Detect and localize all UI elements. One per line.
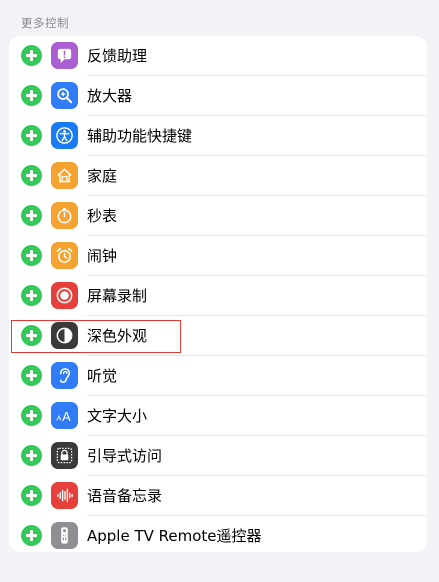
add-button[interactable] bbox=[21, 85, 42, 106]
control-label: 闹钟 bbox=[87, 247, 118, 265]
control-label: 放大器 bbox=[87, 87, 133, 105]
add-button[interactable] bbox=[21, 205, 42, 226]
add-button[interactable] bbox=[21, 165, 42, 186]
add-button[interactable] bbox=[21, 125, 42, 146]
control-label: 语音备忘录 bbox=[87, 487, 163, 505]
add-button[interactable] bbox=[21, 285, 42, 306]
add-button[interactable] bbox=[21, 365, 42, 386]
add-button[interactable] bbox=[21, 445, 42, 466]
control-row-screen-recording: 屏幕录制 bbox=[9, 276, 427, 316]
accessibility-icon bbox=[51, 122, 78, 149]
control-label: 深色外观 bbox=[87, 327, 148, 345]
stopwatch-icon bbox=[51, 202, 78, 229]
add-button[interactable] bbox=[21, 245, 42, 266]
magnifier-icon bbox=[51, 82, 78, 109]
control-label: 秒表 bbox=[87, 207, 118, 225]
hearing-icon bbox=[51, 362, 78, 389]
alarm-icon bbox=[51, 242, 78, 269]
add-button[interactable] bbox=[21, 405, 42, 426]
control-label: 文字大小 bbox=[87, 407, 148, 425]
add-button[interactable] bbox=[21, 525, 42, 546]
control-row-accessibility-shortcut: 辅助功能快捷键 bbox=[9, 116, 427, 156]
control-row-stopwatch: 秒表 bbox=[9, 196, 427, 236]
add-button[interactable] bbox=[21, 325, 42, 346]
add-button[interactable] bbox=[21, 45, 42, 66]
control-row-guided-access: 引导式访问 bbox=[9, 436, 427, 476]
control-row-voice-memos: 语音备忘录 bbox=[9, 476, 427, 516]
control-label: 听觉 bbox=[87, 367, 118, 385]
add-button[interactable] bbox=[21, 485, 42, 506]
control-row-feedback: 反馈助理 bbox=[9, 36, 427, 76]
control-row-magnifier: 放大器 bbox=[9, 76, 427, 116]
dark-mode-icon bbox=[51, 322, 78, 349]
control-row-dark-mode: 深色外观 bbox=[9, 316, 427, 356]
control-row-alarm: 闹钟 bbox=[9, 236, 427, 276]
tv-remote-icon bbox=[51, 522, 78, 549]
control-row-text-size: AA 文字大小 bbox=[9, 396, 427, 436]
screen-record-icon bbox=[51, 282, 78, 309]
feedback-icon bbox=[51, 42, 78, 69]
control-row-home: 家庭 bbox=[9, 156, 427, 196]
control-row-apple-tv-remote: Apple TV Remote遥控器 bbox=[9, 516, 427, 552]
voice-memo-icon bbox=[51, 482, 78, 509]
control-label: 家庭 bbox=[87, 167, 118, 185]
section-header: 更多控制 bbox=[21, 16, 69, 30]
svg-text:A: A bbox=[62, 409, 71, 424]
control-row-hearing: 听觉 bbox=[9, 356, 427, 396]
control-label: 引导式访问 bbox=[87, 447, 163, 465]
control-label: 屏幕录制 bbox=[87, 287, 148, 305]
control-label: 反馈助理 bbox=[87, 47, 148, 65]
text-size-icon: AA bbox=[51, 402, 78, 429]
more-controls-list: 反馈助理 放大器 辅助功能快捷键 家庭 秒表 闹钟 屏幕录制 深色外观 听觉 A… bbox=[9, 36, 427, 552]
guided-access-icon bbox=[51, 442, 78, 469]
home-icon bbox=[51, 162, 78, 189]
control-label: Apple TV Remote遥控器 bbox=[87, 527, 262, 545]
control-label: 辅助功能快捷键 bbox=[87, 127, 193, 145]
